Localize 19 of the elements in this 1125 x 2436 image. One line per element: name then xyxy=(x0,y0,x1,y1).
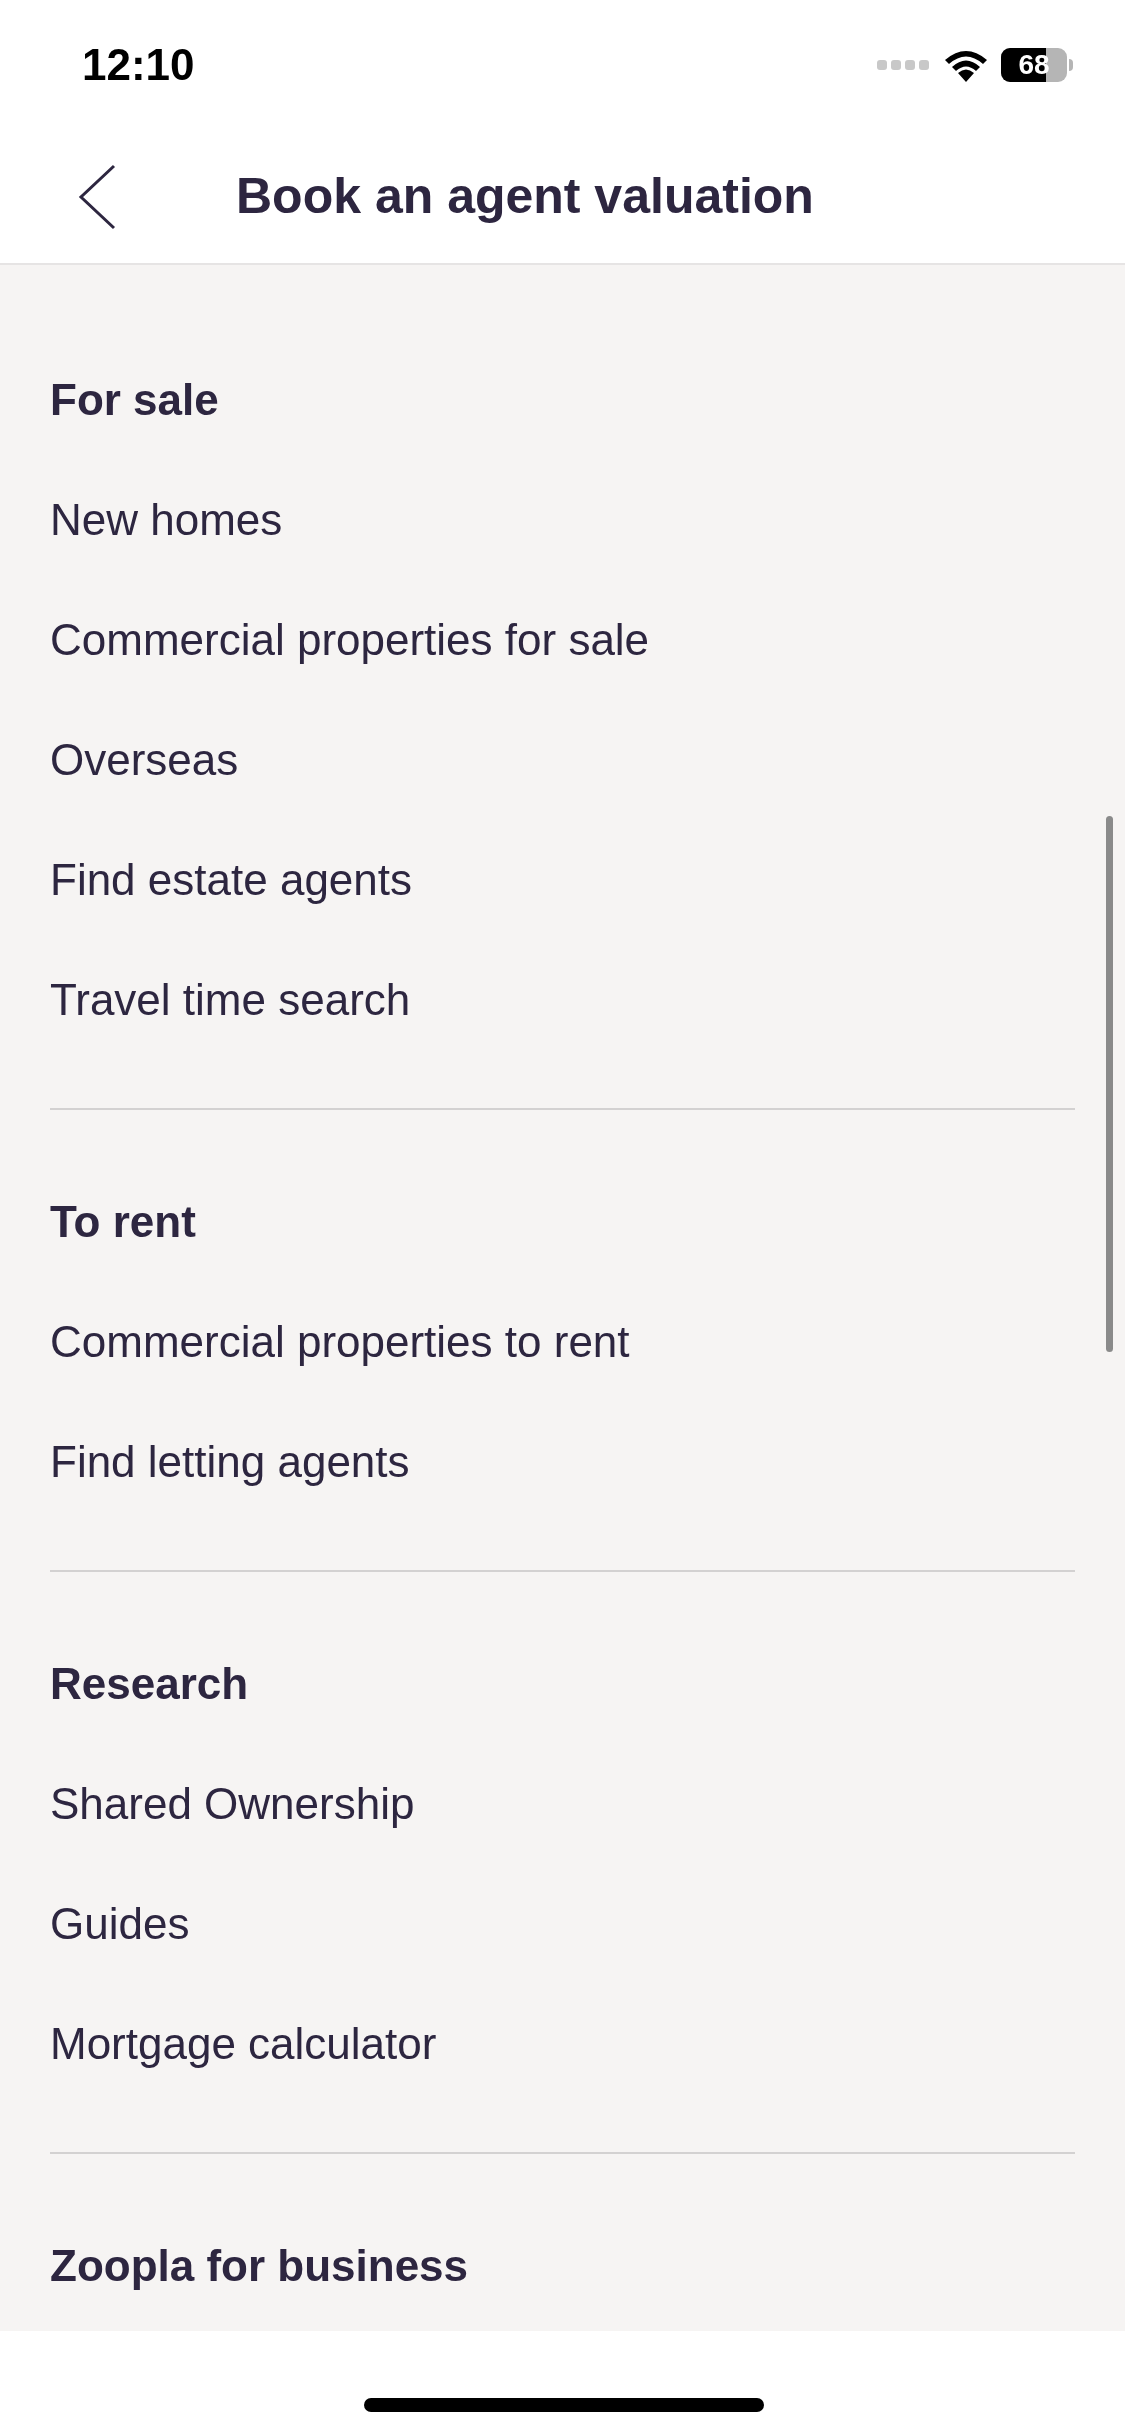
signal-icon xyxy=(877,59,931,71)
menu-link[interactable]: Find estate agents xyxy=(50,847,412,913)
menu-link[interactable]: Find letting agents xyxy=(50,1429,410,1495)
wifi-icon xyxy=(943,48,989,82)
menu-link[interactable]: Commercial properties for sale xyxy=(50,607,650,673)
menu-link[interactable]: Travel time search xyxy=(50,967,411,1033)
section-heading: Research xyxy=(50,1658,249,1710)
menu-link[interactable]: Shared Ownership xyxy=(50,1771,415,1837)
menu-link[interactable]: Overseas xyxy=(50,727,239,793)
menu-link[interactable]: Mortgage calculator xyxy=(50,2011,437,2077)
menu-link[interactable]: New homes xyxy=(50,487,283,553)
section-heading: Zoopla for business xyxy=(50,2240,469,2292)
back-icon xyxy=(78,163,116,230)
menu-link[interactable]: Commercial properties to rent xyxy=(50,1309,630,1375)
menu-link[interactable]: Guides xyxy=(50,1891,190,1957)
status-time: 12:10 xyxy=(82,39,195,91)
page-title: Book an agent valuation xyxy=(236,167,814,226)
section-heading: To rent xyxy=(50,1196,196,1248)
section-heading: For sale xyxy=(50,374,219,426)
